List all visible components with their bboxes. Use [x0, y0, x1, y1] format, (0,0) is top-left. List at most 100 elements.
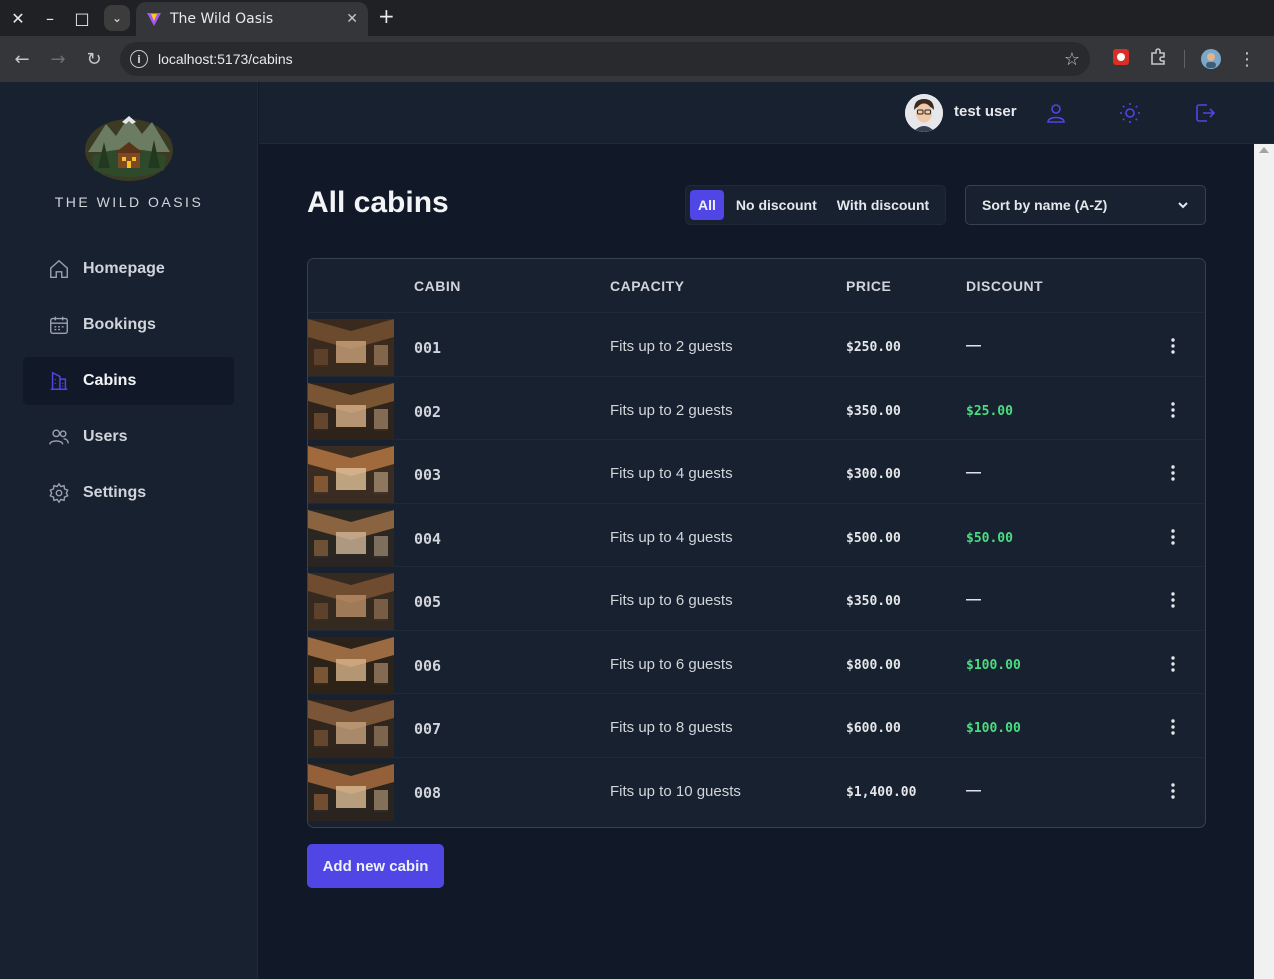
extension-icon[interactable] [1112, 48, 1130, 66]
address-bar[interactable]: i localhost:5173/cabins ☆ [120, 42, 1090, 76]
filter-no-discount-button[interactable]: No discount [728, 190, 825, 220]
cabin-discount: — [966, 464, 981, 481]
row-menu-icon[interactable] [1164, 401, 1182, 419]
cabin-name: 001 [414, 339, 442, 357]
vite-favicon-icon [147, 13, 161, 26]
browser-titlebar: ✕ – □ ⌄ The Wild Oasis ✕ + [0, 0, 1274, 36]
row-menu-icon[interactable] [1164, 528, 1182, 546]
cabin-discount: — [966, 781, 981, 799]
cabin-name: 004 [414, 529, 442, 548]
cabin-thumbnail [308, 700, 394, 757]
browser-toolbar: ← → ↻ i localhost:5173/cabins ☆ ⋮ [0, 36, 1274, 82]
url-text: localhost:5173/cabins [158, 51, 293, 67]
cabin-price: $1,400.00 [846, 784, 917, 800]
users-icon [47, 425, 71, 449]
nav-item-homepage[interactable]: Homepage [23, 245, 234, 293]
cabin-capacity: Fits up to 8 guests [610, 719, 733, 736]
home-icon [47, 257, 71, 281]
cabin-capacity: Fits up to 2 guests [610, 338, 733, 355]
cabin-discount: — [966, 337, 981, 354]
building-icon [47, 369, 71, 393]
logout-icon[interactable] [1193, 101, 1217, 125]
user-account-icon[interactable] [1044, 101, 1068, 125]
nav-item-users[interactable]: Users [23, 413, 234, 461]
table-row: 006 Fits up to 6 guests $800.00 $100.00 [308, 631, 1205, 694]
row-menu-icon[interactable] [1164, 782, 1182, 800]
sort-select[interactable]: Sort by name (A-Z) [965, 185, 1206, 225]
cabin-discount: — [966, 591, 981, 608]
table-body: 001 Fits up to 2 guests $250.00 — 002 Fi… [308, 313, 1205, 821]
new-tab-icon[interactable]: + [378, 4, 395, 28]
username: test user [954, 103, 1017, 120]
app-header: test user [259, 82, 1274, 144]
forward-icon[interactable]: → [40, 41, 76, 77]
nav-item-settings[interactable]: Settings [23, 469, 234, 517]
table-row: 005 Fits up to 6 guests $350.00 — [308, 567, 1205, 631]
extensions-puzzle-icon[interactable] [1149, 48, 1167, 66]
cabin-price: $500.00 [846, 530, 901, 546]
nav-label: Homepage [83, 260, 165, 277]
profile-avatar-icon[interactable] [1201, 49, 1221, 69]
bookmark-star-icon[interactable]: ☆ [1064, 49, 1080, 70]
scroll-up-arrow-icon[interactable] [1259, 147, 1269, 153]
close-tab-icon[interactable]: ✕ [346, 11, 358, 27]
table-row: 004 Fits up to 4 guests $500.00 $50.00 [308, 504, 1205, 567]
cabin-discount: $25.00 [966, 403, 1013, 419]
chevron-down-icon [1178, 202, 1188, 209]
gear-icon [47, 481, 71, 505]
sidebar: THE WILD OASIS Homepage Bookings Cabins … [0, 82, 258, 979]
cabin-discount: $100.00 [966, 657, 1021, 673]
wild-oasis-logo [85, 116, 173, 181]
cabin-price: $300.00 [846, 467, 901, 482]
table-row: 008 Fits up to 10 guests $1,400.00 — [308, 758, 1205, 822]
sun-icon[interactable] [1118, 101, 1142, 125]
cabin-name: 003 [414, 466, 442, 484]
nav-item-bookings[interactable]: Bookings [23, 301, 234, 349]
maximize-window-icon[interactable]: □ [68, 4, 96, 32]
row-menu-icon[interactable] [1164, 718, 1182, 736]
cabin-thumbnail [308, 319, 394, 376]
cabin-capacity: Fits up to 6 guests [610, 655, 733, 673]
filter-all-button[interactable]: All [690, 190, 724, 220]
nav-label: Cabins [83, 372, 137, 389]
minimize-window-icon[interactable]: – [36, 4, 64, 32]
row-menu-icon[interactable] [1164, 591, 1182, 609]
logo-text: THE WILD OASIS [54, 194, 204, 210]
cabin-name: 007 [414, 720, 442, 738]
back-icon[interactable]: ← [4, 41, 40, 77]
table-row: 001 Fits up to 2 guests $250.00 — [308, 313, 1205, 377]
add-new-cabin-button[interactable]: Add new cabin [307, 844, 444, 888]
row-menu-icon[interactable] [1164, 337, 1182, 355]
filter-with-discount-button[interactable]: With discount [829, 190, 937, 220]
cabin-capacity: Fits up to 4 guests [610, 528, 733, 546]
nav-item-cabins[interactable]: Cabins [23, 357, 234, 405]
page-scrollbar[interactable] [1254, 144, 1274, 979]
cabin-discount: $100.00 [966, 721, 1021, 736]
table-header: CABIN CAPACITY PRICE DISCOUNT [308, 259, 1205, 313]
nav-label: Settings [83, 484, 147, 501]
cabin-capacity: Fits up to 10 guests [610, 782, 741, 800]
close-window-icon[interactable]: ✕ [4, 4, 32, 32]
reload-icon[interactable]: ↻ [76, 41, 112, 77]
tab-title: The Wild Oasis [170, 11, 274, 27]
calendar-icon [47, 313, 71, 337]
site-info-icon[interactable]: i [130, 50, 148, 68]
cabin-thumbnail [308, 509, 394, 567]
browser-tab[interactable]: The Wild Oasis ✕ [136, 2, 368, 36]
cabin-discount: $50.00 [966, 530, 1013, 546]
table-row: 007 Fits up to 8 guests $600.00 $100.00 [308, 694, 1205, 758]
browser-menu-icon[interactable]: ⋮ [1229, 41, 1265, 77]
nav-label: Bookings [83, 316, 156, 333]
cabin-thumbnail [308, 573, 394, 630]
nav-label: Users [83, 428, 128, 445]
avatar [905, 94, 943, 132]
table-row: 002 Fits up to 2 guests $350.00 $25.00 [308, 377, 1205, 440]
row-menu-icon[interactable] [1164, 655, 1182, 673]
row-menu-icon[interactable] [1164, 464, 1182, 482]
column-header-price: PRICE [846, 278, 892, 294]
toolbar-divider [1184, 50, 1185, 68]
tab-search-icon[interactable]: ⌄ [104, 5, 130, 31]
cabins-table: CABIN CAPACITY PRICE DISCOUNT 001 Fits u… [307, 258, 1206, 828]
cabin-thumbnail [308, 763, 394, 821]
cabin-price: $800.00 [846, 657, 901, 673]
